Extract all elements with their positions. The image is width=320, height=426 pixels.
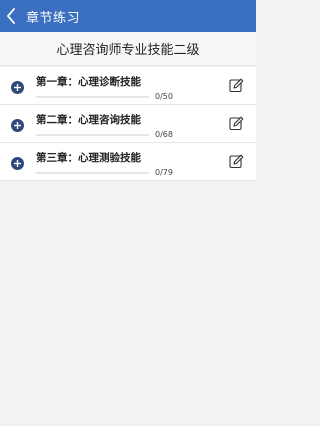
- edit-icon[interactable]: [229, 154, 244, 169]
- progress-bar: [36, 96, 149, 98]
- back-button[interactable]: [0, 0, 24, 32]
- course-title: 心理咨询师专业技能二级: [0, 32, 256, 66]
- plus-circle-icon[interactable]: [11, 155, 24, 170]
- edit-icon[interactable]: [229, 116, 244, 131]
- edit-icon[interactable]: [229, 78, 244, 93]
- plus-circle-icon[interactable]: [11, 79, 24, 94]
- chapter-title: 第一章：心理诊断技能: [36, 76, 141, 88]
- chapter-row[interactable]: 第二章：心理咨询技能 0/68: [0, 105, 256, 143]
- progress-bar: [36, 134, 149, 136]
- progress-count: 0/50: [155, 92, 173, 101]
- chapter-list: 第一章：心理诊断技能 0/50 第二章：心理咨询技能 0/68 第三章：心理测验…: [0, 67, 256, 181]
- progress-count: 0/68: [155, 130, 173, 139]
- top-bar: 章节练习: [0, 0, 256, 32]
- plus-circle-icon[interactable]: [11, 117, 24, 132]
- chapter-title: 第三章：心理测验技能: [36, 152, 141, 164]
- progress-count: 0/79: [155, 168, 173, 177]
- chapter-title: 第二章：心理咨询技能: [36, 114, 141, 126]
- chapter-row[interactable]: 第一章：心理诊断技能 0/50: [0, 67, 256, 105]
- chapter-row[interactable]: 第三章：心理测验技能 0/79: [0, 143, 256, 181]
- chevron-left-icon: [6, 8, 16, 24]
- page-title: 章节练习: [26, 10, 81, 26]
- progress-bar: [36, 172, 149, 174]
